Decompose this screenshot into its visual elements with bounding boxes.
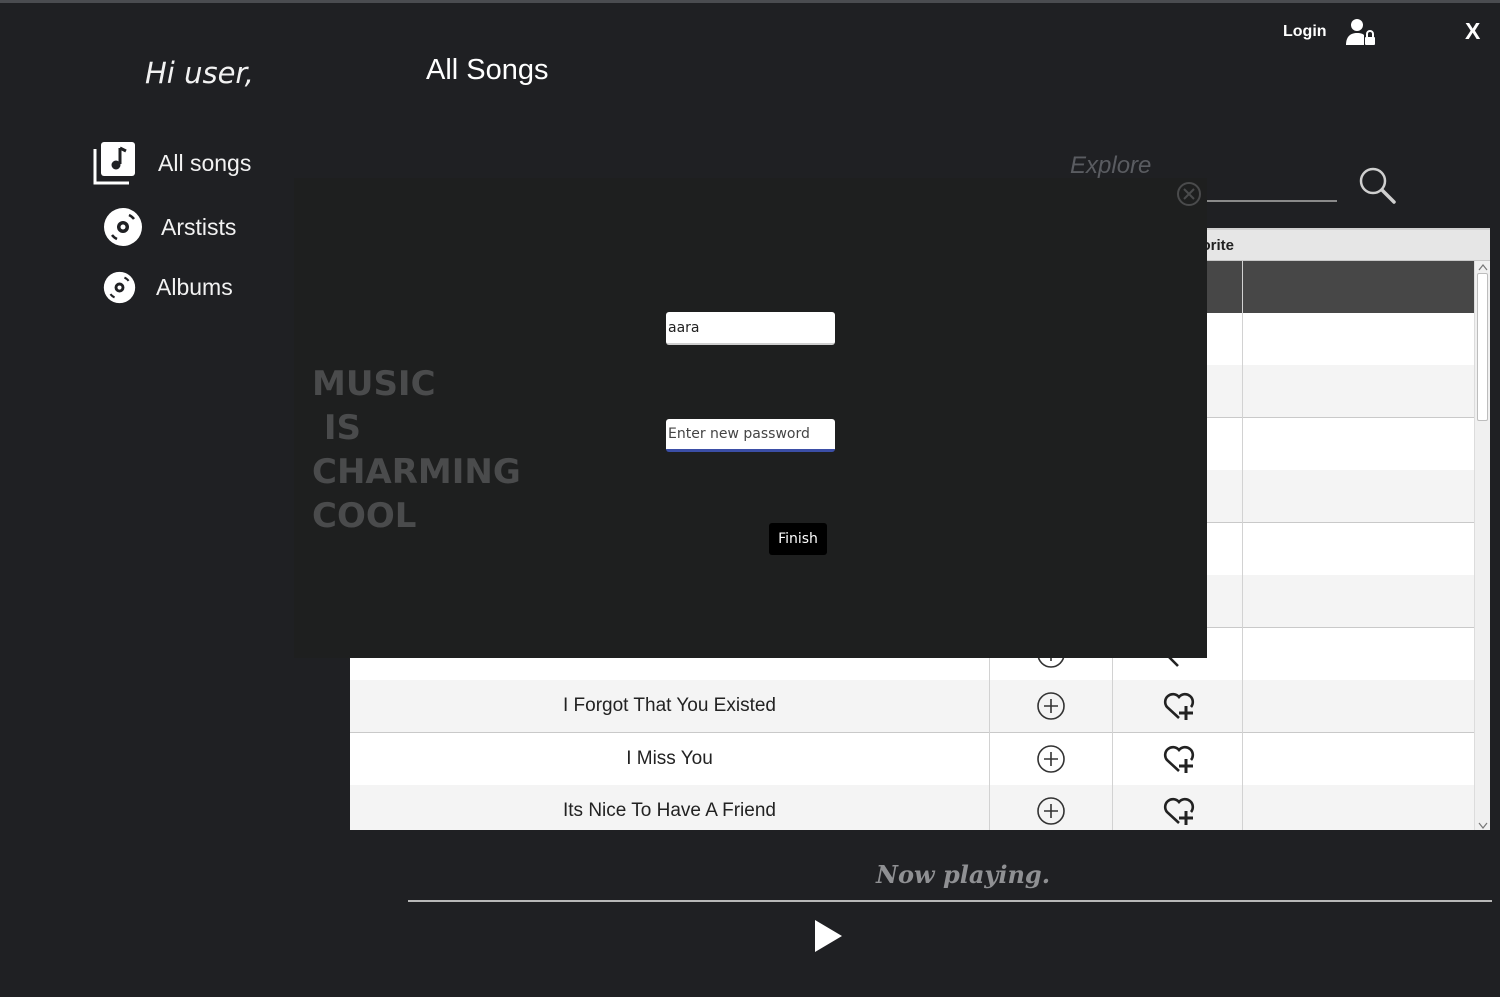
change-password-dialog: MUSIC IS CHARMING COOL Finish xyxy=(294,178,1207,658)
sidebar-item-label: Albums xyxy=(156,274,233,300)
window-top-border xyxy=(0,0,1500,3)
vinyl-disc-icon xyxy=(104,208,142,246)
page-title: All Songs xyxy=(426,54,549,86)
add-to-playlist-icon[interactable] xyxy=(1036,744,1066,774)
table-row[interactable]: I Forgot That You Existed xyxy=(350,680,1474,732)
add-to-playlist-icon[interactable] xyxy=(1036,691,1066,721)
sidebar-item-artists[interactable]: Arstists xyxy=(103,207,236,247)
music-library-icon xyxy=(93,142,135,185)
add-favorite-heart-icon[interactable] xyxy=(1162,743,1196,775)
song-title: Its Nice To Have A Friend xyxy=(563,800,776,821)
search-underline xyxy=(1200,200,1337,202)
column-divider xyxy=(1242,261,1243,830)
table-scrollbar[interactable] xyxy=(1474,261,1490,830)
greeting-text: Hi user, xyxy=(145,56,254,90)
table-row[interactable]: Its Nice To Have A Friend xyxy=(350,785,1474,830)
sidebar-item-all-songs[interactable]: All songs xyxy=(93,141,251,185)
sidebar-item-label: All songs xyxy=(158,149,252,176)
login-link[interactable]: Login xyxy=(1283,23,1327,41)
scrollbar-thumb[interactable] xyxy=(1477,273,1488,421)
scroll-down-icon[interactable] xyxy=(1478,822,1488,830)
progress-track[interactable] xyxy=(408,900,1492,902)
song-title: I Miss You xyxy=(626,748,713,769)
scroll-up-icon[interactable] xyxy=(1478,263,1488,271)
add-to-playlist-icon[interactable] xyxy=(1036,796,1066,826)
tagline-text: MUSIC IS CHARMING COOL xyxy=(312,364,521,536)
finish-button[interactable]: Finish xyxy=(769,523,827,555)
search-input[interactable]: Explore xyxy=(1070,152,1151,180)
username-field[interactable] xyxy=(666,312,835,345)
sidebar-item-albums[interactable]: Albums xyxy=(103,271,233,304)
song-title: I Forgot That You Existed xyxy=(562,695,776,716)
sidebar-item-label: Arstists xyxy=(161,213,237,240)
add-favorite-heart-icon[interactable] xyxy=(1162,690,1196,722)
user-lock-icon[interactable] xyxy=(1346,18,1376,46)
close-app-button[interactable]: X xyxy=(1465,18,1480,45)
new-password-field[interactable] xyxy=(666,419,835,452)
now-playing-label: Now playing. xyxy=(876,860,1051,889)
search-icon[interactable] xyxy=(1358,166,1396,204)
add-favorite-heart-icon[interactable] xyxy=(1162,795,1196,827)
close-dialog-icon[interactable] xyxy=(1176,181,1202,207)
play-icon[interactable] xyxy=(810,916,846,956)
vinyl-disc-icon xyxy=(103,271,136,304)
table-row[interactable]: I Miss You xyxy=(350,733,1474,785)
